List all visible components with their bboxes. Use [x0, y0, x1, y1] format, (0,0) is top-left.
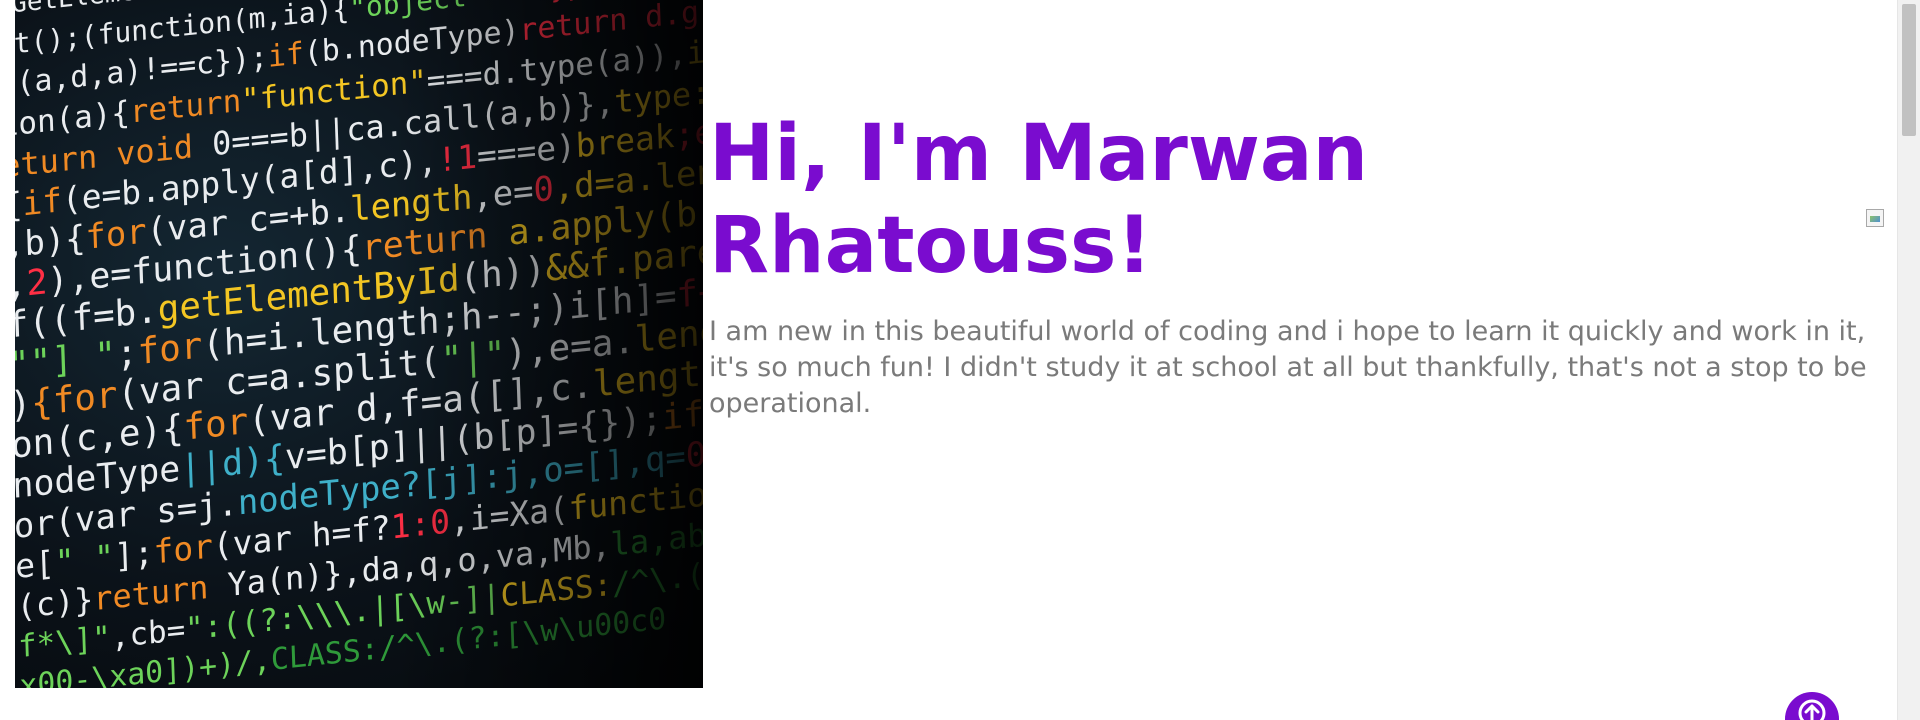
- page: xGetElementsByClassName=function(){ .cle…: [0, 0, 1920, 720]
- hero-code-image: xGetElementsByClassName=function(){ .cle…: [15, 0, 703, 688]
- code-token: ,cb=: [110, 611, 186, 656]
- code-token: !1: [436, 136, 478, 180]
- code-token: ,e=: [471, 170, 535, 218]
- heading-text: Hi, I'm Marwan Rhatouss!: [709, 109, 1369, 291]
- scrollbar-thumb[interactable]: [1902, 4, 1916, 136]
- code-token: 2: [25, 262, 49, 305]
- intro-section: Hi, I'm Marwan Rhatouss! I am new in thi…: [709, 108, 1884, 422]
- vertical-scrollbar[interactable]: [1897, 0, 1920, 720]
- back-to-top-button[interactable]: [1785, 692, 1839, 720]
- code-token: for: [152, 526, 214, 572]
- code-token: 0: [532, 168, 555, 211]
- code-token: " ": [54, 536, 115, 582]
- code-token: if: [661, 394, 703, 439]
- broken-image-icon: [1866, 209, 1884, 227]
- code-token: for: [84, 211, 148, 258]
- page-heading: Hi, I'm Marwan Rhatouss!: [709, 108, 1884, 292]
- code-token: ): [15, 383, 32, 427]
- code-token: 1:0: [390, 501, 451, 547]
- bio-paragraph: I am new in this beautiful world of codi…: [709, 316, 1867, 419]
- code-token: ;: [115, 332, 139, 376]
- code-token: if: [267, 36, 305, 75]
- code-token: if: [21, 180, 63, 224]
- arrow-up-icon: [1798, 699, 1826, 720]
- code-lines: xGetElementsByClassName=function(){ .cle…: [15, 0, 703, 688]
- code-token: e[: [15, 542, 56, 587]
- code-token: 0: [685, 434, 703, 477]
- code-token: /^\.((: [611, 555, 703, 603]
- code-token: for: [182, 400, 249, 449]
- code-token: ];: [113, 532, 155, 576]
